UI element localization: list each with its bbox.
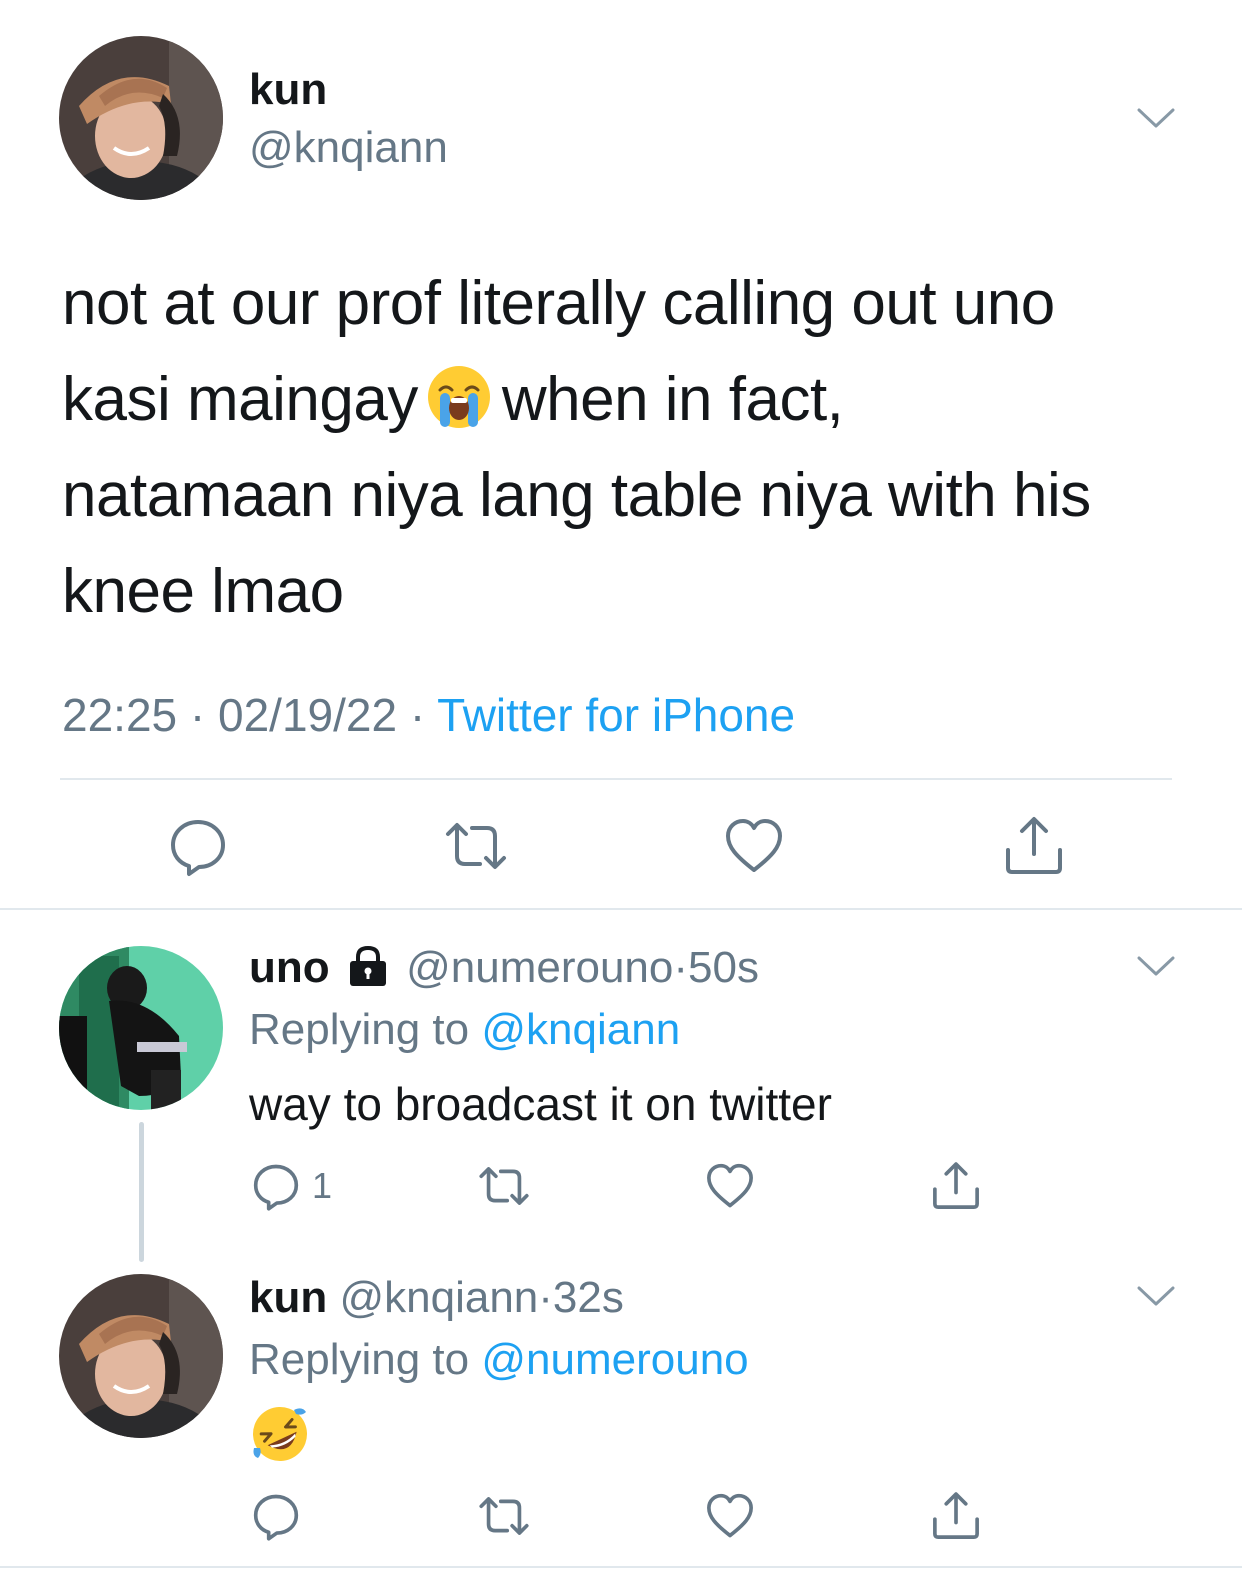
divider <box>60 778 1172 780</box>
like-icon[interactable] <box>722 814 786 878</box>
replying-to-handle[interactable]: @knqiann <box>481 1005 680 1054</box>
meta-separator: · <box>409 689 426 741</box>
reply-text: way to broadcast it on twitter <box>249 1078 832 1130</box>
like-icon[interactable] <box>704 1160 756 1212</box>
meta-separator: · <box>538 1273 553 1322</box>
rolling-on-the-floor-laughing-emoji <box>250 1404 310 1464</box>
tweet-meta: 22:25 · 02/19/22 · Twitter for iPhone <box>62 688 795 742</box>
lock-icon <box>346 944 390 988</box>
reply-author-handle[interactable]: @knqiann <box>339 1273 538 1322</box>
divider <box>0 908 1242 910</box>
reply-count: 1 <box>312 1165 333 1206</box>
share-icon[interactable] <box>930 1160 982 1212</box>
tweet-text-line: knee lmao <box>62 557 344 626</box>
replying-to-label: Replying to <box>249 1335 470 1384</box>
retweet-icon[interactable] <box>478 1490 530 1542</box>
author-handle[interactable]: @knqiann <box>249 122 448 174</box>
reply-time: 50s <box>688 943 759 992</box>
tweet-text-line: kasi maingay when in fact, <box>62 352 1182 448</box>
tweet-date: 02/19/22 <box>218 689 398 741</box>
reply-author-handle[interactable]: @numerouno <box>406 943 673 992</box>
tweet-time: 22:25 <box>62 689 178 741</box>
meta-separator: · <box>673 943 689 992</box>
avatar-kun[interactable] <box>59 1274 223 1438</box>
loudly-crying-face-emoji <box>426 362 492 428</box>
chevron-down-icon[interactable] <box>1136 954 1176 978</box>
reply-header: uno @numerouno·50s <box>249 942 759 994</box>
thread-connector <box>139 1122 144 1262</box>
reply-icon[interactable] <box>250 1160 302 1212</box>
retweet-icon[interactable] <box>444 814 508 878</box>
divider <box>0 1566 1242 1568</box>
tweet-text-fragment: when in fact, <box>501 365 844 434</box>
share-icon[interactable] <box>930 1490 982 1542</box>
replying-to: Replying to @numerouno <box>249 1334 749 1386</box>
tweet-text-line: not at our prof literally calling out un… <box>62 269 1055 338</box>
avatar-uno[interactable] <box>59 946 223 1110</box>
reply-icon[interactable] <box>250 1490 302 1542</box>
retweet-icon[interactable] <box>478 1160 530 1212</box>
replying-to-label: Replying to <box>249 1005 470 1054</box>
reply-header: kun @knqiann·32s <box>249 1272 624 1324</box>
meta-separator: · <box>189 689 206 741</box>
tweet-text-line: natamaan niya lang table niya with his <box>62 461 1091 530</box>
reply-author-name[interactable]: uno <box>249 943 330 992</box>
chevron-down-icon[interactable] <box>1136 1284 1176 1308</box>
author-name[interactable]: kun <box>249 64 327 116</box>
replying-to: Replying to @knqiann <box>249 1004 680 1056</box>
tweet-text-fragment: kasi maingay <box>62 365 418 434</box>
chevron-down-icon[interactable] <box>1136 106 1176 130</box>
reply-time: 32s <box>552 1273 624 1322</box>
like-icon[interactable] <box>704 1490 756 1542</box>
reply-icon[interactable] <box>166 814 230 878</box>
reply-author-name[interactable]: kun <box>249 1273 327 1322</box>
replying-to-handle[interactable]: @numerouno <box>481 1335 748 1384</box>
share-icon[interactable] <box>1002 814 1066 878</box>
tweet-source-link[interactable]: Twitter for iPhone <box>437 689 795 741</box>
avatar-kun[interactable] <box>59 36 223 200</box>
tweet-text: not at our prof literally calling out un… <box>62 256 1182 640</box>
